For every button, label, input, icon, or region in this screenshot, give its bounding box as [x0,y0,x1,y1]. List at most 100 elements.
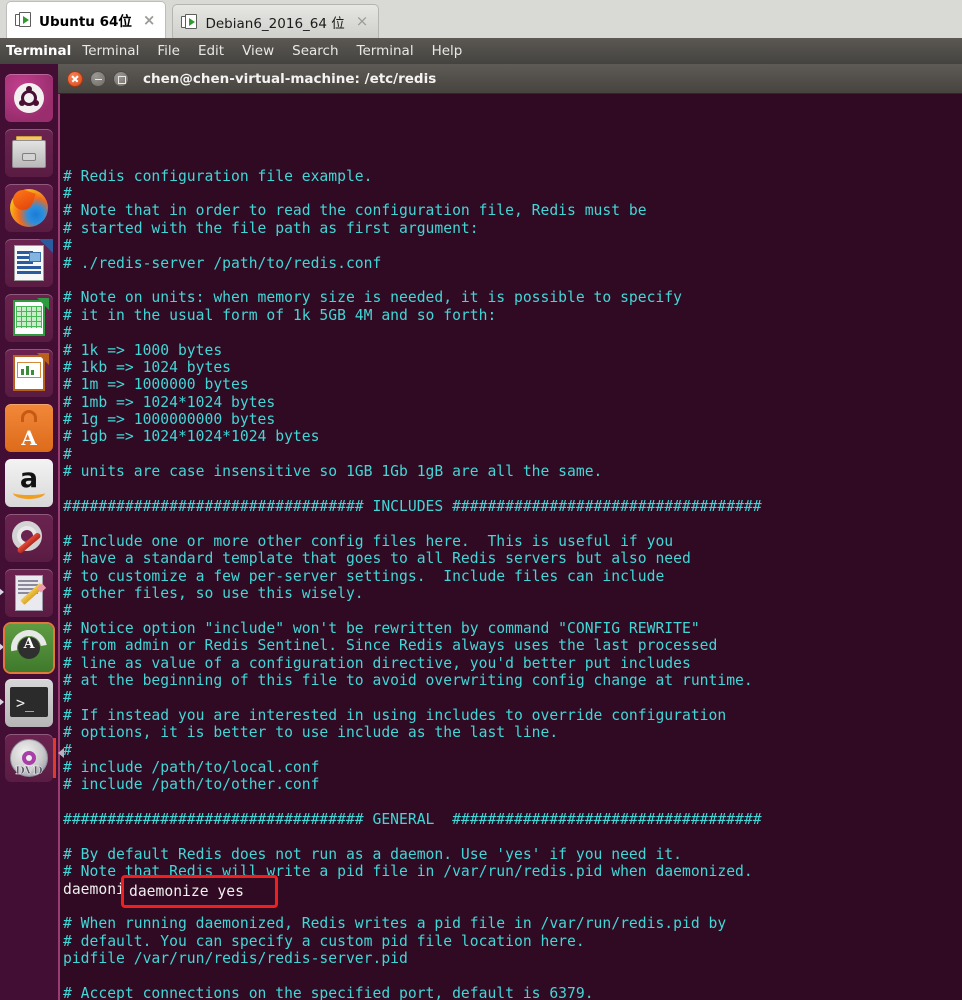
window-title: chen@chen-virtual-machine: /etc/redis [143,70,437,87]
launcher-item-files[interactable] [5,129,53,177]
terminal-line: # [63,741,72,759]
terminal-line: # options, it is better to use include a… [63,724,559,742]
launcher-item-libreoffice-writer[interactable] [5,239,53,287]
launcher-item-text-editor[interactable] [0,569,53,617]
launcher-item-ubuntu-software[interactable]: A [5,404,53,452]
terminal-line: # line as value of a configuration direc… [63,654,691,672]
terminal-line: # default. You can specify a custom pid … [63,932,585,950]
close-icon[interactable]: × [352,14,373,29]
firefox-icon [5,184,53,232]
terminal-window: chen@chen-virtual-machine: /etc/redis # … [58,64,962,1000]
unity-launcher: A a A >_ DVD [0,64,58,1000]
launcher-item-firefox[interactable] [5,184,53,232]
launcher-item-amazon[interactable]: a [5,459,53,507]
annotation-text: daemonize yes [129,883,244,900]
vm-tab-debian[interactable]: Debian6_2016_64 位 × [172,4,380,38]
terminal-line: # [63,689,72,707]
terminal-line: # Accept connections on the specified po… [63,984,594,1000]
terminal-line: # When running daemonized, Redis writes … [63,915,727,933]
text-editor-icon [5,569,53,617]
vm-tab-title: Debian6_2016_64 位 [205,15,345,32]
terminal-line: ################################## GENER… [63,811,762,829]
menu-item-terminal[interactable]: Terminal [73,43,148,59]
menu-item-help[interactable]: Help [423,43,472,59]
vm-power-icon [181,13,198,30]
libreoffice-calc-icon [5,294,53,342]
minimize-button[interactable] [90,70,106,87]
terminal-line: # units are case insensitive so 1GB 1Gb … [63,463,603,481]
launcher-item-libreoffice-impress[interactable] [5,349,53,397]
running-indicator-icon [0,698,4,706]
terminal-line: # started with the file path as first ar… [63,219,479,237]
terminal-line: # at the beginning of this file to avoid… [63,671,753,689]
terminal-line: # 1m => 1000000 bytes [63,376,249,394]
terminal-line: # Redis configuration file example. [63,167,373,185]
terminal-line: # it in the usual form of 1k 5GB 4M and … [63,306,497,324]
launcher-item-libreoffice-calc[interactable] [5,294,53,342]
launcher-item-software-updater[interactable]: A [0,622,55,674]
dvd-drive-icon: DVD [5,734,56,782]
vm-power-icon [15,12,32,28]
software-updater-icon: A [3,622,55,674]
maximize-button[interactable] [113,70,129,87]
menu-app-name: Terminal [6,43,72,59]
amazon-icon: a [5,459,53,507]
menu-item-file[interactable]: File [148,43,189,59]
terminal-line: # 1k => 1000 bytes [63,341,223,359]
scroll-indicator[interactable] [58,748,64,758]
vm-tab-strip: Ubuntu 64位 × Debian6_2016_64 位 × [0,0,962,38]
terminal-line: # Notice option "include" won't be rewri… [63,619,700,637]
ubuntu-logo-icon [5,74,53,122]
terminal-line: # 1kb => 1024 bytes [63,358,232,376]
launcher-item-terminal[interactable]: >_ [0,679,53,727]
terminal-line: # from admin or Redis Sentinel. Since Re… [63,637,718,655]
running-indicator-icon [0,643,4,651]
terminal-line: # [63,185,72,203]
unity-menu-bar: Terminal Terminal File Edit View Search … [0,38,962,64]
terminal-line: # [63,324,72,342]
terminal-line: ################################## INCLU… [63,498,762,516]
menu-item-terminal-2[interactable]: Terminal [348,43,423,59]
libreoffice-writer-icon [5,239,53,287]
running-indicator-icon [0,588,4,596]
close-button[interactable] [67,70,83,87]
terminal-line: # other files, so use this wisely. [63,585,364,602]
terminal-line: # Note on units: when memory size is nee… [63,289,682,307]
terminal-line: # [63,445,72,463]
terminal-line: # include /path/to/local.conf [63,758,320,776]
terminal-title-bar[interactable]: chen@chen-virtual-machine: /etc/redis [58,64,962,94]
file-manager-icon [5,129,53,177]
terminal-left-margin [58,94,60,1000]
terminal-line: # 1gb => 1024*1024*1024 bytes [63,428,320,446]
libreoffice-impress-icon [5,349,53,397]
close-icon[interactable]: × [139,12,160,28]
terminal-line: # ./redis-server /path/to/redis.conf [63,254,382,272]
terminal-line: # 1g => 1000000000 bytes [63,411,276,429]
terminal-line: # By default Redis does not run as a dae… [63,845,682,863]
terminal-line: # If instead you are interested in using… [63,706,727,724]
ubuntu-software-icon: A [5,404,53,452]
terminal-line: # [63,602,72,620]
terminal-line: # 1mb => 1024*1024 bytes [63,393,276,411]
terminal-icon: >_ [5,679,53,727]
system-settings-icon [5,514,53,562]
terminal-line: # Note that in order to read the configu… [63,202,647,220]
terminal-output[interactable]: # Redis configuration file example. # # No… [58,94,962,1000]
launcher-item-dvd-drive[interactable]: DVD [5,734,56,782]
terminal-line: pidfile /var/run/redis/redis-server.pid [63,950,408,968]
menu-item-edit[interactable]: Edit [189,43,233,59]
terminal-line: # [63,237,72,255]
vm-tab-ubuntu[interactable]: Ubuntu 64位 × [6,1,167,38]
menu-item-view[interactable]: View [233,43,283,59]
launcher-item-ubuntu-dash[interactable] [5,74,53,122]
annotation-highlight-box: daemonize yes [121,875,278,908]
vm-tab-title: Ubuntu 64位 [39,14,132,30]
terminal-line: # have a standard template that goes to … [63,550,691,568]
launcher-item-system-settings[interactable] [5,514,53,562]
menu-item-search[interactable]: Search [283,43,347,59]
